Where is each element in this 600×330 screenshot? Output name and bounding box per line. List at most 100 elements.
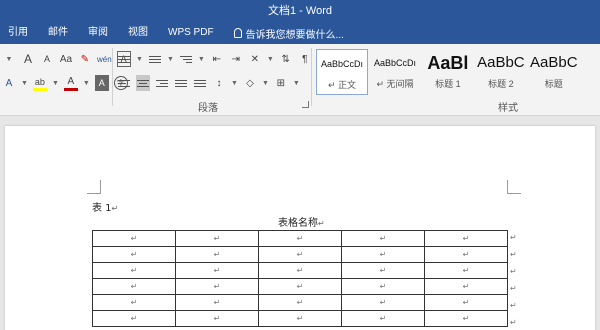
show-marks-icon[interactable]: ¶ xyxy=(298,51,312,67)
table-cell[interactable]: ↵ xyxy=(92,230,176,247)
table-cell[interactable]: ↵ xyxy=(424,262,508,279)
table-cell[interactable]: ↵ xyxy=(175,262,259,279)
table-cell[interactable]: ↵ xyxy=(424,246,508,263)
table-row: ↵ ↵ ↵ ↵ ↵ xyxy=(92,278,508,295)
table-cell[interactable]: ↵ xyxy=(341,262,425,279)
document-area: 表 1↵ 表格名称↵ ↵ ↵ ↵ ↵ ↵ ↵ ↵ ↵ ↵ ↵ ↵ ↵ ↵ ↵ ↵ ↵ ↵ ↵ ↵ ↵ ↵ ↵ ↵ ↵ ↵ ↵ ↵ ↵ ↵… xyxy=(0,116,600,330)
paragraph-row-1: ▼ ▼ ▼ ⇤ ⇥ ✕ ▼ ⇅ ¶ xyxy=(117,50,312,68)
document-table[interactable]: ↵ ↵ ↵ ↵ ↵ ↵ ↵ ↵ ↵ ↵ ↵ ↵ ↵ ↵ ↵ ↵ ↵ ↵ ↵ ↵ ↵ ↵ ↵ ↵ ↵ ↵ ↵ ↵ ↵ ↵ xyxy=(92,230,508,327)
style-normal[interactable]: AaBbCcDı ↵ 正文 xyxy=(316,49,369,95)
tell-me-text: 告诉我您想要做什么... xyxy=(245,29,344,41)
table-cell[interactable]: ↵ xyxy=(175,246,259,263)
table-label[interactable]: 表 1↵ xyxy=(92,199,118,214)
tab-review[interactable]: 审阅 xyxy=(78,22,118,44)
bullets-icon[interactable] xyxy=(117,51,131,67)
shrink-font-icon[interactable]: A xyxy=(40,51,54,67)
line-spacing-icon[interactable]: ↕ xyxy=(212,75,226,91)
paragraph-row-2: ↕ ▼ ◇ ▼ ⊞ ▼ xyxy=(117,74,300,92)
multilevel-list-icon[interactable] xyxy=(179,51,193,67)
table-cell[interactable]: ↵ xyxy=(341,294,425,311)
table-cell[interactable]: ↵ xyxy=(258,278,342,295)
tab-wps-pdf[interactable]: WPS PDF xyxy=(158,22,224,44)
table-row: ↵ ↵ ↵ ↵ ↵ xyxy=(92,310,508,327)
row-end-mark: ↵ xyxy=(510,250,517,259)
table-cell[interactable]: ↵ xyxy=(175,294,259,311)
character-shading-icon[interactable]: A xyxy=(94,75,109,91)
phonetic-guide-icon[interactable]: wén xyxy=(97,51,112,67)
row-end-mark: ↵ xyxy=(510,284,517,293)
font-dropdown-arrow-icon[interactable]: ▼ xyxy=(2,51,16,67)
table-title[interactable]: 表格名称↵ xyxy=(278,214,325,229)
window-title: 文档1 - Word xyxy=(268,5,332,17)
increase-indent-icon[interactable]: ⇥ xyxy=(229,51,243,67)
table-cell[interactable]: ↵ xyxy=(175,310,259,327)
borders-icon[interactable]: ⊞ xyxy=(274,75,288,91)
style-heading-2[interactable]: AaBbC 标题 2 xyxy=(475,49,527,95)
ribbon: ▼ A A Aa ✎ wén A A ▼ ab ▼ A ▼ A 字 ▼ ▼ ▼ … xyxy=(0,44,600,116)
table-cell[interactable]: ↵ xyxy=(258,294,342,311)
table-cell[interactable]: ↵ xyxy=(341,230,425,247)
row-end-mark: ↵ xyxy=(510,267,517,276)
table-row: ↵ ↵ ↵ ↵ ↵ xyxy=(92,246,508,263)
table-cell[interactable]: ↵ xyxy=(258,230,342,247)
distributed-icon[interactable] xyxy=(193,75,207,91)
style-heading-1[interactable]: AaBl 标题 1 xyxy=(422,49,474,95)
table-cell[interactable]: ↵ xyxy=(92,310,176,327)
styles-gallery: AaBbCcDı ↵ 正文 AaBbCcDı ↵ 无间隔 AaBl 标题 1 A… xyxy=(316,49,600,95)
decrease-indent-icon[interactable]: ⇤ xyxy=(210,51,224,67)
row-end-mark: ↵ xyxy=(510,233,517,242)
grow-font-icon[interactable]: A xyxy=(21,51,35,67)
style-no-spacing[interactable]: AaBbCcDı ↵ 无间隔 xyxy=(369,49,421,95)
table-cell[interactable]: ↵ xyxy=(424,310,508,327)
align-right-icon[interactable] xyxy=(155,75,169,91)
table-row: ↵ ↵ ↵ ↵ ↵ xyxy=(92,230,508,247)
table-cell[interactable]: ↵ xyxy=(341,310,425,327)
group-divider xyxy=(311,48,312,106)
table-cell[interactable]: ↵ xyxy=(258,246,342,263)
table-cell[interactable]: ↵ xyxy=(175,230,259,247)
row-end-mark: ↵ xyxy=(510,318,517,327)
table-cell[interactable]: ↵ xyxy=(92,278,176,295)
tab-view[interactable]: 视图 xyxy=(118,22,158,44)
table-cell[interactable]: ↵ xyxy=(424,230,508,247)
highlight-color-icon[interactable]: ab xyxy=(32,75,47,91)
numbering-icon[interactable] xyxy=(148,51,162,67)
tab-mailings[interactable]: 邮件 xyxy=(38,22,78,44)
table-cell[interactable]: ↵ xyxy=(341,278,425,295)
styles-group-label: 样式 xyxy=(498,103,518,114)
shading-icon[interactable]: ◇ xyxy=(243,75,257,91)
table-cell[interactable]: ↵ xyxy=(341,246,425,263)
paragraph-launcher-icon[interactable] xyxy=(302,101,309,108)
crop-mark-top-left xyxy=(87,180,101,194)
table-cell[interactable]: ↵ xyxy=(92,246,176,263)
table-cell[interactable]: ↵ xyxy=(258,310,342,327)
group-divider xyxy=(112,48,113,106)
change-case-icon[interactable]: Aa xyxy=(59,51,73,67)
align-center-icon[interactable] xyxy=(136,75,150,91)
table-cell[interactable]: ↵ xyxy=(92,294,176,311)
font-row-2: A ▼ ab ▼ A ▼ A 字 xyxy=(2,74,128,92)
justify-icon[interactable] xyxy=(174,75,188,91)
styles-more-icon[interactable] xyxy=(581,49,600,95)
align-left-icon[interactable] xyxy=(117,75,131,91)
chinese-layout-icon[interactable]: ✕ xyxy=(248,51,262,67)
ribbon-tabs: 引用 邮件 审阅 视图 WPS PDF 告诉我您想要做什么... xyxy=(0,22,600,44)
table-row: ↵ ↵ ↵ ↵ ↵ xyxy=(92,262,508,279)
lightbulb-icon xyxy=(233,28,242,38)
sort-icon[interactable]: ⇅ xyxy=(279,51,293,67)
font-color-icon[interactable]: A xyxy=(63,75,78,91)
table-cell[interactable]: ↵ xyxy=(258,262,342,279)
table-cell[interactable]: ↵ xyxy=(424,294,508,311)
clear-formatting-icon[interactable]: ✎ xyxy=(78,51,92,67)
document-page[interactable]: 表 1↵ 表格名称↵ ↵ ↵ ↵ ↵ ↵ ↵ ↵ ↵ ↵ ↵ ↵ ↵ ↵ ↵ ↵ ↵ ↵ ↵ ↵ ↵ ↵ ↵ ↵ ↵ ↵ ↵ ↵ ↵ ↵… xyxy=(5,126,595,330)
text-effects-icon[interactable]: A xyxy=(2,75,16,91)
tell-me-box[interactable]: 告诉我您想要做什么... xyxy=(224,26,344,41)
style-title[interactable]: AaBbC 标题 xyxy=(528,49,580,95)
table-row: ↵ ↵ ↵ ↵ ↵ xyxy=(92,294,508,311)
table-body: ↵ ↵ ↵ ↵ ↵ ↵ ↵ ↵ ↵ ↵ ↵ ↵ ↵ ↵ ↵ ↵ ↵ ↵ ↵ ↵ ↵ ↵ ↵ ↵ ↵ ↵ ↵ ↵ ↵ ↵ xyxy=(92,230,508,327)
table-cell[interactable]: ↵ xyxy=(175,278,259,295)
table-cell[interactable]: ↵ xyxy=(424,278,508,295)
paragraph-group-label: 段落 xyxy=(198,103,218,114)
table-cell[interactable]: ↵ xyxy=(92,262,176,279)
tab-references[interactable]: 引用 xyxy=(0,22,38,44)
